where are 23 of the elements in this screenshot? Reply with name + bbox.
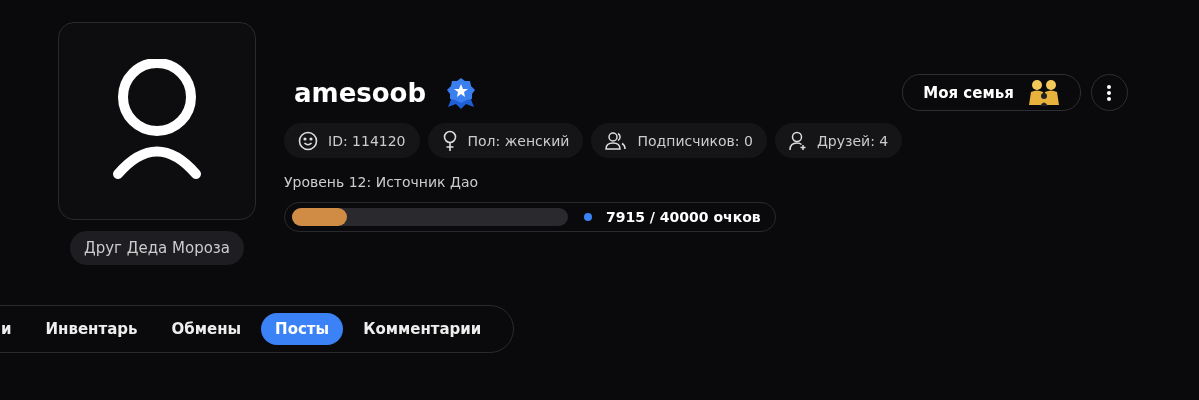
female-icon <box>441 129 458 152</box>
chip-label: ID: 114120 <box>328 132 406 149</box>
smiley-icon <box>298 130 318 151</box>
chip-label: Пол: женский <box>467 132 570 149</box>
award-icon <box>446 77 477 109</box>
more-icon <box>1107 84 1112 101</box>
chip-label: Друзей: 4 <box>816 132 889 149</box>
family-icon <box>1027 78 1060 107</box>
points-reading: 7915 / 40000 очков <box>606 209 761 225</box>
status-dot <box>584 213 592 221</box>
tab[interactable]: Инвентарь <box>31 313 152 345</box>
family-button[interactable]: Моя семья <box>902 74 1081 111</box>
more-button[interactable] <box>1090 74 1128 111</box>
chip-label: Подписчиков: 0 <box>637 132 753 149</box>
user-plus-icon <box>788 130 807 151</box>
tab[interactable]: и <box>0 313 26 345</box>
level-title: Уровень 12: Источник Дао <box>284 174 480 190</box>
tab[interactable]: Комментарии <box>349 313 496 345</box>
tab[interactable]: Посты <box>261 313 344 345</box>
username: amesoob <box>294 78 427 108</box>
title-badge: Друг Деда Мороза <box>70 231 244 265</box>
users-icon <box>605 130 628 151</box>
tab[interactable]: Обмены <box>157 313 256 345</box>
